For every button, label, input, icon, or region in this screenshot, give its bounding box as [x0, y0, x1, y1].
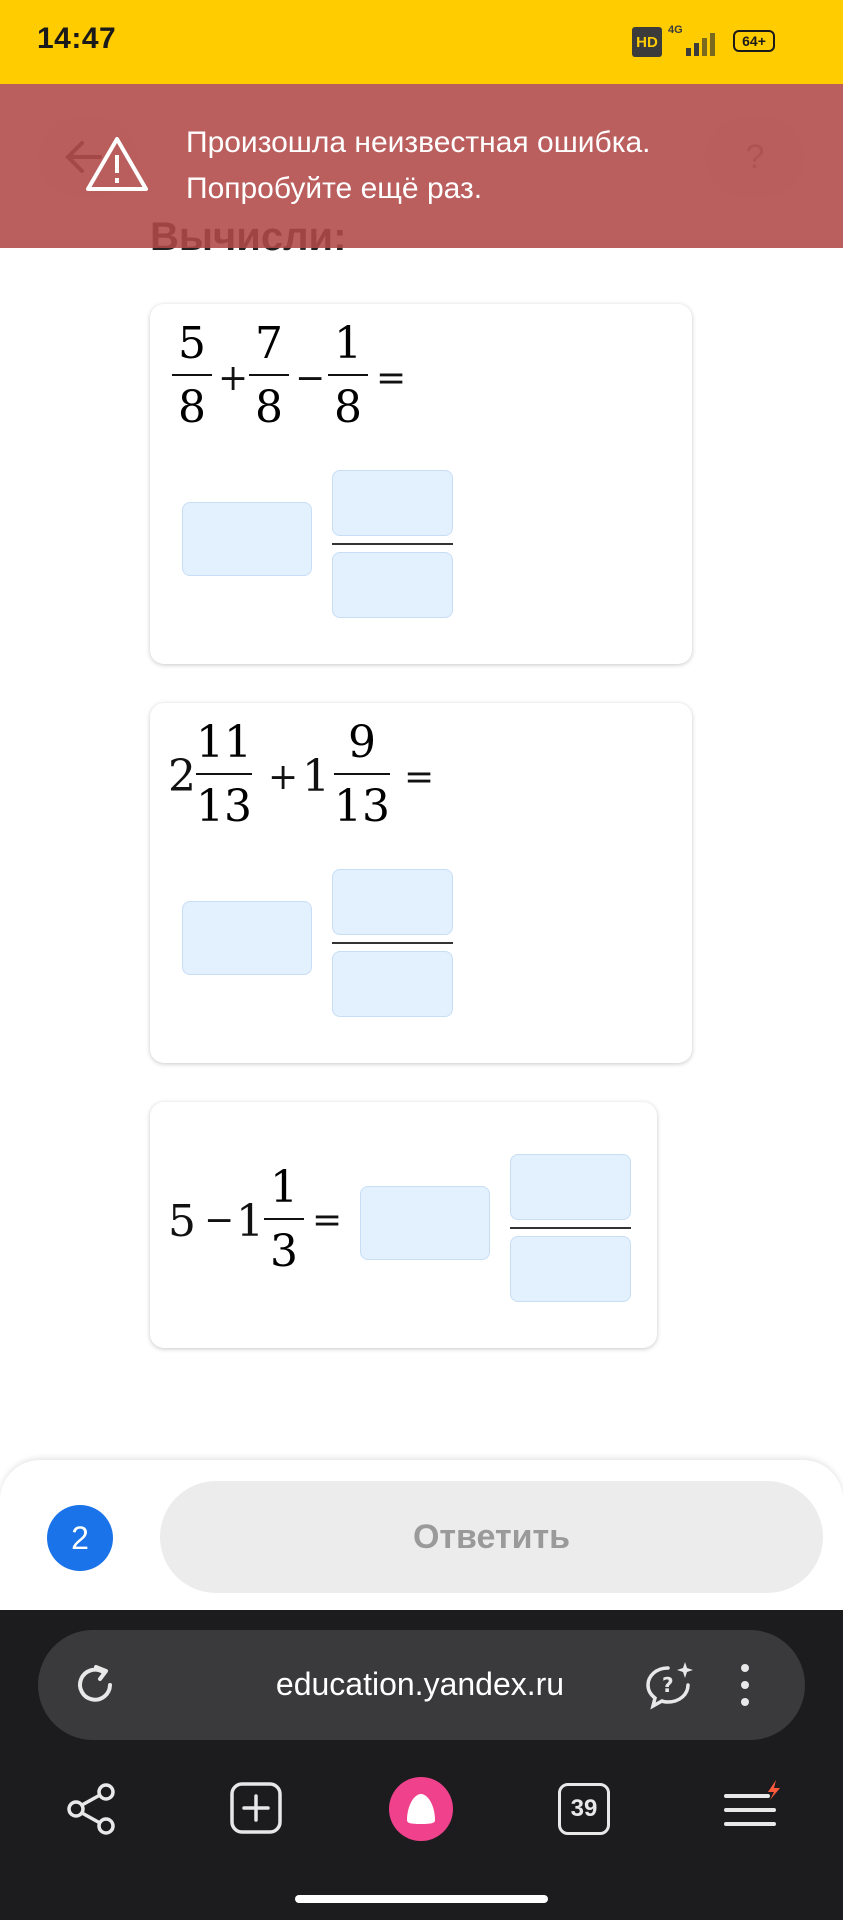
whole-5: 5: [168, 1196, 196, 1247]
minus-sign: −: [204, 1200, 235, 1241]
fraction-9-13: 9 13: [334, 717, 390, 832]
tabs-count: 39: [570, 1795, 598, 1822]
network-type: 4G: [668, 24, 683, 36]
answer-fraction-bar: [510, 1227, 631, 1229]
fraction-1-3: 13: [264, 1166, 304, 1274]
whole-1: 1: [236, 1196, 264, 1247]
plus-sign: +: [218, 358, 249, 399]
whole-1: 1: [302, 751, 330, 802]
more-menu-icon[interactable]: [735, 1660, 755, 1710]
minus-sign: −: [295, 358, 326, 399]
fraction-5-8: 58: [172, 322, 212, 430]
equals-sign: =: [376, 358, 407, 399]
error-message: Произошла неизвестная ошибка. Попробуйте…: [186, 120, 786, 212]
url-text[interactable]: education.yandex.ru: [190, 1666, 650, 1703]
numerator-input[interactable]: [332, 869, 453, 935]
svg-text:?: ?: [662, 1673, 674, 1697]
answer-fraction-bar: [332, 942, 453, 944]
whole-input[interactable]: [182, 901, 312, 975]
fraction-7-8: 78: [249, 322, 289, 430]
equals-sign: =: [404, 757, 435, 798]
equals-sign: =: [312, 1200, 343, 1241]
hd-badge: HD: [632, 27, 662, 57]
denominator-input[interactable]: [332, 951, 453, 1017]
status-bar: 14:47 HD 4G 64+: [0, 0, 843, 84]
battery-icon: 64+: [733, 30, 775, 52]
task-counter-badge: 2: [47, 1505, 113, 1571]
menu-icon[interactable]: [722, 1778, 784, 1838]
error-banner: Произошла неизвестная ошибка. Попробуйте…: [0, 84, 843, 248]
fraction-1-8: 18: [328, 322, 368, 430]
whole-input[interactable]: [360, 1186, 490, 1260]
whole-2: 2: [168, 751, 196, 802]
reload-icon[interactable]: [70, 1660, 120, 1710]
denominator-input[interactable]: [510, 1236, 631, 1302]
task-card-3: 5 − 1 13 =: [150, 1102, 657, 1348]
assistant-chat-icon[interactable]: ?: [640, 1658, 696, 1714]
warning-icon: [86, 137, 148, 191]
numerator-input[interactable]: [332, 470, 453, 536]
signal-icon: [686, 33, 715, 56]
error-line-1: Произошла неизвестная ошибка.: [186, 126, 651, 159]
answer-button[interactable]: Ответить: [160, 1481, 823, 1593]
home-indicator: [295, 1895, 548, 1903]
tabs-count-icon[interactable]: 39: [558, 1783, 610, 1835]
answer-fraction-bar: [332, 543, 453, 545]
plus-sign: +: [268, 757, 299, 798]
task-card-2: 2 11 13 + 1 9 13 =: [150, 703, 692, 1063]
alice-assistant-icon[interactable]: [388, 1776, 454, 1842]
numerator-input[interactable]: [510, 1154, 631, 1220]
denominator-input[interactable]: [332, 552, 453, 618]
task-card-1: 58 + 78 − 18 =: [150, 304, 692, 664]
new-tab-icon[interactable]: [228, 1780, 284, 1836]
fraction-11-13: 11 13: [196, 717, 252, 832]
error-line-2: Попробуйте ещё раз.: [186, 172, 483, 205]
share-icon[interactable]: [62, 1780, 120, 1838]
clock: 14:47: [37, 22, 117, 55]
whole-input[interactable]: [182, 502, 312, 576]
